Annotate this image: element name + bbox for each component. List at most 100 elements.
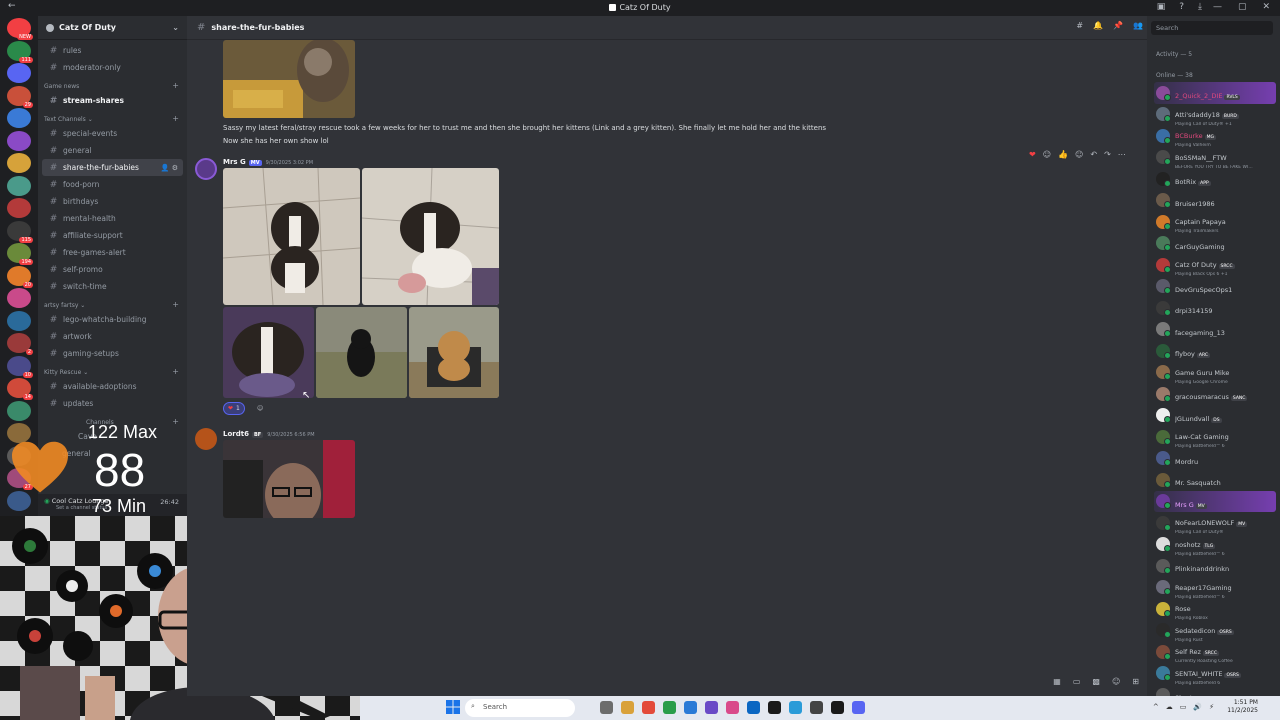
taskbar-app-icon[interactable] — [831, 701, 844, 714]
more-options-icon[interactable]: ⋯ — [1118, 150, 1126, 159]
channel-available-adoptions[interactable]: # available-adoptions — [42, 378, 183, 395]
threads-icon[interactable]: # — [1076, 21, 1083, 30]
add-channel-icon[interactable]: + — [172, 300, 179, 309]
server-icon[interactable]: NEW — [7, 18, 33, 40]
taskbar-app-icon[interactable] — [789, 701, 802, 714]
activity-label[interactable]: Activity — 5 — [1156, 51, 1192, 58]
server-icon[interactable]: 194 — [7, 243, 33, 265]
avatar[interactable] — [195, 158, 217, 180]
dog-photo-2[interactable] — [362, 168, 499, 305]
member-item[interactable]: Reaper17Gaming Playing Battlefield™ 6 — [1154, 577, 1276, 600]
add-channel-icon[interactable]: + — [172, 367, 179, 376]
taskbar-app-icon[interactable] — [810, 701, 823, 714]
channel-affiliate-support[interactable]: # affiliate-support — [42, 227, 183, 244]
channel-special-events[interactable]: # special-events — [42, 125, 183, 142]
battery-icon[interactable]: ⚡ — [1209, 703, 1214, 711]
selfie-photo[interactable] — [223, 440, 355, 518]
channel-self-promo[interactable]: # self-promo — [42, 261, 183, 278]
taskbar-app-icon[interactable] — [705, 701, 718, 714]
apps-icon[interactable]: ▦ — [1053, 677, 1061, 686]
message-author[interactable]: Lordt6 BF 9/30/2025 6:56 PM — [223, 430, 315, 438]
forward-icon[interactable]: ↷ — [1104, 150, 1111, 159]
member-item[interactable]: noshotz TLG Playing Battlefield™ 6 — [1154, 534, 1276, 557]
notification-bell-icon[interactable]: 🔔 — [1093, 21, 1103, 30]
server-icon[interactable] — [7, 108, 31, 128]
channel-food-porn[interactable]: # food-porn — [42, 176, 183, 193]
add-reaction-icon[interactable]: ☺ — [1075, 150, 1083, 159]
member-item[interactable]: CarGuyGaming — [1154, 233, 1276, 255]
member-item[interactable]: Mr. Sasquatch — [1154, 469, 1276, 491]
dog-photo-4[interactable] — [316, 307, 407, 398]
member-item[interactable]: BotRix APP — [1154, 168, 1276, 190]
taskbar-clock[interactable]: 1:51 PM 11/2/2025 — [1227, 699, 1258, 715]
channel-general[interactable]: # general — [42, 142, 183, 159]
taskbar-app-icon[interactable] — [768, 701, 781, 714]
channel-updates[interactable]: # updates — [42, 395, 183, 412]
help-icon[interactable]: ? — [1179, 2, 1184, 12]
thumbs-up-icon[interactable]: 👍 — [1058, 150, 1068, 159]
taskbar-app-icon[interactable] — [621, 701, 634, 714]
member-item[interactable]: Game Guru Mike Playing Google Chrome — [1154, 362, 1276, 385]
channel-share-the-fur-babies[interactable]: # share-the-fur-babies 👤 ⚙ — [42, 159, 183, 176]
close-button[interactable]: ✕ — [1262, 2, 1270, 12]
server-icon[interactable]: 29 — [7, 85, 33, 108]
channel-switch-time[interactable]: # switch-time — [42, 278, 183, 295]
server-icon[interactable]: 10 — [7, 355, 33, 378]
server-icon[interactable] — [7, 198, 31, 218]
reply-icon[interactable]: ↶ — [1090, 150, 1097, 159]
member-item[interactable]: Catz Of Duty SRCC Playing Black Ops 6 +1 — [1154, 254, 1276, 277]
category-artsy-fartsy[interactable]: artsy fartsy ⌄ + — [38, 295, 187, 311]
volume-icon[interactable]: 🔊 — [1193, 703, 1202, 711]
channel-birthdays[interactable]: # birthdays — [42, 193, 183, 210]
taskbar-app-icon[interactable] — [600, 701, 613, 714]
add-channel-icon[interactable]: + — [172, 417, 179, 426]
server-icon[interactable]: 20 — [7, 265, 33, 288]
channel-mental-health[interactable]: # mental-health — [42, 210, 183, 227]
member-item[interactable]: NoFearLONEWOLF MV Playing Call of Duty® — [1154, 512, 1276, 535]
add-channel-icon[interactable]: + — [172, 81, 179, 90]
member-item[interactable]: Rose Playing Roblox — [1154, 598, 1276, 621]
windows-start-icon[interactable] — [446, 700, 460, 714]
channel-moderator-only[interactable]: # moderator-only — [42, 59, 183, 76]
message-author[interactable]: Mrs G MV 9/30/2025 3:02 PM — [223, 158, 313, 166]
member-item[interactable]: facegaming_13 — [1154, 319, 1276, 341]
server-icon[interactable] — [7, 153, 31, 173]
category-text-channels[interactable]: Text Channels ⌄ + — [38, 109, 187, 125]
member-item[interactable]: BCBurke MG Playing Valheim — [1154, 125, 1276, 148]
category-game-news[interactable]: Game news + — [38, 76, 187, 92]
heart-reaction-icon[interactable]: ❤ — [1029, 150, 1036, 159]
tray-overflow-icon[interactable]: ^ — [1153, 703, 1159, 711]
dog-photo-3[interactable] — [223, 307, 314, 398]
pin-icon[interactable]: 📌 — [1113, 21, 1123, 30]
server-icon[interactable] — [7, 175, 31, 196]
member-item[interactable]: Sedatedicon OSRS Playing Rust — [1154, 620, 1276, 643]
download-icon[interactable]: ⤓ — [1198, 2, 1202, 12]
maximize-button[interactable]: ▢ — [1238, 2, 1247, 12]
member-item[interactable]: Self Rez SRCC Currently Roasting Coffee — [1154, 641, 1276, 664]
server-icon[interactable] — [7, 63, 31, 83]
category-kitty-rescue[interactable]: Kitty Rescue ⌄ + — [38, 362, 187, 378]
channel-lego-whatcha-building[interactable]: # lego-whatcha-building — [42, 311, 183, 328]
search-input[interactable]: Search — [1151, 21, 1273, 35]
server-icon[interactable]: 115 — [7, 220, 33, 243]
member-item[interactable]: BoSSMaN__FTW BEFORE YOU TRY TO BE FAKE WI… — [1154, 147, 1276, 170]
channel-gaming-setups[interactable]: # gaming-setups — [42, 345, 183, 362]
taskbar-app-icon[interactable] — [747, 701, 760, 714]
taskbar-app-icon[interactable] — [663, 701, 676, 714]
server-icon[interactable] — [7, 130, 31, 151]
member-item[interactable]: Mordru — [1154, 448, 1276, 470]
channel-artwork[interactable]: # artwork — [42, 328, 183, 345]
activities-icon[interactable]: ⊞ — [1132, 677, 1139, 686]
inbox-icon[interactable]: ▣ — [1157, 2, 1166, 12]
channel-stream-shares[interactable]: # stream-shares — [42, 92, 183, 109]
taskbar-search[interactable]: ⌕ Search — [465, 699, 575, 717]
member-item[interactable]: flyboy ARC — [1154, 340, 1276, 362]
dog-photo-5[interactable] — [409, 307, 499, 398]
member-item[interactable]: Mrs G MV — [1154, 490, 1276, 512]
taskbar-app-icon[interactable] — [726, 701, 739, 714]
channel-rules[interactable]: # rules — [42, 42, 183, 59]
server-header[interactable]: Catz Of Duty ⌄ — [38, 16, 187, 40]
avatar[interactable] — [195, 428, 217, 450]
channel-settings-icon[interactable]: 👤 ⚙ — [161, 164, 178, 172]
member-item[interactable]: Plinkinanddrinkn — [1154, 555, 1276, 577]
